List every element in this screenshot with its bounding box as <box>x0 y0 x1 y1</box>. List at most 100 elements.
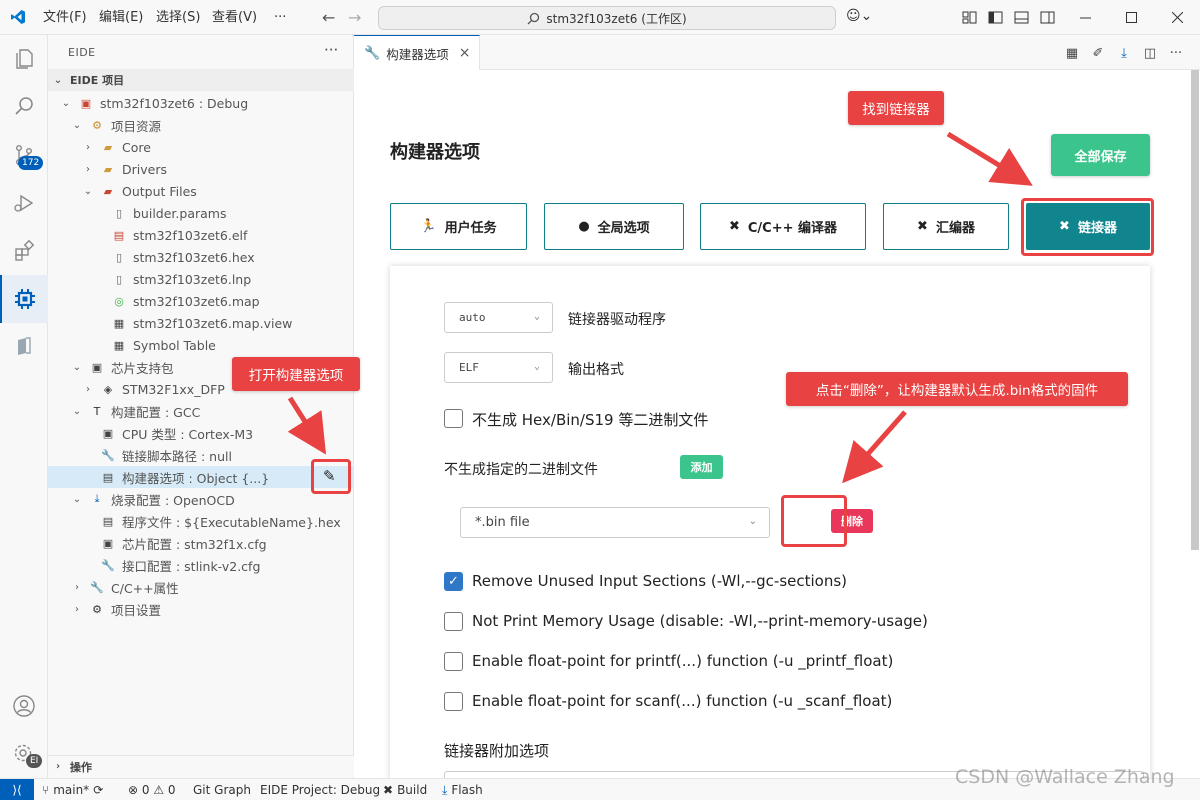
hammer-icon: T <box>93 404 101 418</box>
folder-icon: ▰ <box>103 162 113 176</box>
tree-item-lnp[interactable]: ▯ stm32f103zet6.lnp <box>48 268 354 290</box>
menu-file[interactable]: 文件(F) <box>39 0 91 35</box>
option-checkbox-scanf-float[interactable] <box>444 692 463 711</box>
tree-item-project-settings[interactable]: › ⚙ 项目设置 <box>48 598 354 620</box>
tab-user-tasks[interactable]: 🏃 用户任务 <box>390 203 527 250</box>
back-arrow-icon[interactable]: ← <box>322 8 335 27</box>
scrollbar-thumb[interactable] <box>1191 70 1199 550</box>
exclude-binary-select[interactable]: *.bin file ⌄ <box>460 507 770 538</box>
tree-item-map[interactable]: ◎ stm32f103zet6.map <box>48 290 354 312</box>
toggle-panel-icon[interactable] <box>1014 10 1029 29</box>
output-format-select[interactable]: ELF ⌄ <box>444 352 553 383</box>
section-header-eide-project[interactable]: ⌄ EIDE 项目 <box>48 69 354 91</box>
split-editor-icon[interactable]: ◫ <box>1141 44 1159 62</box>
section-header-operations[interactable]: › 操作 <box>48 755 354 777</box>
option-checkbox-printf-float[interactable] <box>444 652 463 671</box>
tree-item-project[interactable]: ⌄ ▣ stm32f103zet6 : Debug <box>48 92 354 114</box>
option-checkbox-memory-usage[interactable] <box>444 612 463 631</box>
download-icon[interactable]: ⤓ <box>1115 44 1133 62</box>
tree-item-map-view[interactable]: ▦ stm32f103zet6.map.view <box>48 312 354 334</box>
tree-item-symbol-table[interactable]: ▦ Symbol Table <box>48 334 354 356</box>
tree-item-label: Output Files <box>122 183 197 199</box>
option-checkbox-gc-sections[interactable]: ✓ <box>444 572 463 591</box>
tree-item-core[interactable]: › ▰ Core <box>48 136 354 158</box>
command-center-search[interactable]: stm32f103zet6 (工作区) <box>378 6 836 30</box>
tree-item-builder-options[interactable]: ▤ 构建器选项 : Object {...} <box>48 466 354 488</box>
git-graph-label: Git Graph <box>193 783 251 797</box>
linker-driver-select[interactable]: auto ⌄ <box>444 302 553 333</box>
tree-item-hex[interactable]: ▯ stm32f103zet6.hex <box>48 246 354 268</box>
status-git-graph[interactable]: Git Graph <box>193 779 251 800</box>
close-window-button[interactable] <box>1154 0 1200 35</box>
run-debug-activity[interactable] <box>0 179 48 227</box>
hex-file-icon: ▯ <box>115 250 123 264</box>
tab-c-cpp-compiler[interactable]: ✖ C/C++ 编译器 <box>700 203 866 250</box>
tree-item-label: 程序文件 : ${ExecutableName}.hex <box>122 514 341 530</box>
status-branch[interactable]: ⑂ main* ⟳ <box>42 779 103 800</box>
add-button[interactable]: 添加 <box>680 455 723 479</box>
status-problems[interactable]: ⊗ 0 ⚠ 0 <box>128 779 176 800</box>
scm-badge: 172 <box>18 156 44 170</box>
build-icon: ✖ <box>383 783 394 797</box>
tree-item-resources[interactable]: ⌄ ⚙ 项目资源 <box>48 114 354 136</box>
menu-edit[interactable]: 编辑(E) <box>95 0 147 35</box>
remote-indicator[interactable]: ⟩⟨ <box>0 779 34 800</box>
toggle-primary-sidebar-icon[interactable] <box>988 10 1003 29</box>
tab-global-options[interactable]: ● 全局选项 <box>544 203 684 250</box>
manage-activity[interactable]: EI <box>0 730 48 778</box>
option-label: Enable float-point for printf(...) funct… <box>472 652 894 670</box>
minimize-button[interactable] <box>1062 0 1108 35</box>
clean-icon[interactable]: ✐ <box>1089 44 1107 62</box>
tree-item-flash-config[interactable]: ⌄ ⤓ 烧录配置 : OpenOCD <box>48 488 354 510</box>
tree-item-cpp-properties[interactable]: › 🔧 C/C++属性 <box>48 576 354 598</box>
copilot-icon[interactable]: ☺⌄ <box>846 8 872 24</box>
tree-item-program-file[interactable]: ▤ 程序文件 : ${ExecutableName}.hex <box>48 510 354 532</box>
editor-scrollbar[interactable] <box>1190 70 1200 778</box>
tree-item-linker-script[interactable]: 🔧 链接脚本路径 : null <box>48 444 354 466</box>
tree-item-builder-params[interactable]: ▯ builder.params <box>48 202 354 224</box>
more-actions-icon[interactable]: ··· <box>1167 44 1185 62</box>
select-value: *.bin file <box>475 515 530 530</box>
tree-item-label: 项目设置 <box>111 602 162 618</box>
chip-icon <box>15 289 35 309</box>
accounts-activity[interactable] <box>0 682 48 730</box>
tree-item-cpu-type[interactable]: ▣ CPU 类型 : Cortex-M3 <box>48 422 354 444</box>
menu-more[interactable]: ··· <box>270 0 290 35</box>
forward-arrow-icon[interactable]: → <box>348 8 361 27</box>
eide-activity[interactable] <box>0 275 48 323</box>
maximize-button[interactable] <box>1108 0 1154 35</box>
menu-view[interactable]: 查看(V) <box>208 0 261 35</box>
pencil-icon[interactable]: ✎ <box>323 467 336 485</box>
tab-builder-options[interactable]: 🔧 构建器选项 × <box>354 35 480 70</box>
tree-item-interface-config[interactable]: 🔧 接口配置 : stlink-v2.cfg <box>48 554 354 576</box>
tree-item-elf[interactable]: ▤ stm32f103zet6.elf <box>48 224 354 246</box>
source-control-activity[interactable]: 172 <box>0 131 48 179</box>
tree-item-chip-config[interactable]: ▣ 芯片配置 : stm32f1x.cfg <box>48 532 354 554</box>
status-flash[interactable]: ⤓ Flash <box>442 779 483 800</box>
explorer-activity[interactable] <box>0 35 48 83</box>
more-actions-icon[interactable]: ··· <box>324 41 338 59</box>
toggle-secondary-sidebar-icon[interactable] <box>1040 10 1055 29</box>
activity-bar: 172 EI <box>0 35 48 778</box>
extensions-activity[interactable] <box>0 227 48 275</box>
search-activity[interactable] <box>0 83 48 131</box>
customize-layout-icon[interactable] <box>962 10 977 29</box>
status-eide-project[interactable]: EIDE Project: Debug <box>260 779 380 800</box>
status-build[interactable]: ✖ Build <box>383 779 427 800</box>
book-activity[interactable] <box>0 323 48 371</box>
chevron-right-icon: › <box>75 581 79 593</box>
save-all-button[interactable]: 全部保存 <box>1051 134 1150 176</box>
close-icon[interactable]: × <box>459 45 471 61</box>
tree-item-drivers[interactable]: › ▰ Drivers <box>48 158 354 180</box>
build-icon[interactable]: ▦ <box>1063 44 1081 62</box>
tree-item-output-files[interactable]: ⌄ ▰ Output Files <box>48 180 354 202</box>
chevron-down-icon: ⌄ <box>72 493 82 505</box>
tree-item-label: Drivers <box>122 161 167 177</box>
run-icon: 🏃 <box>420 219 437 234</box>
menu-selection[interactable]: 选择(S) <box>152 0 204 35</box>
tree-item-label: 芯片配置 : stm32f1x.cfg <box>122 536 267 552</box>
problems-label: ⊗ 0 ⚠ 0 <box>128 783 176 797</box>
tab-assembler[interactable]: ✖ 汇编器 <box>883 203 1009 250</box>
tree-item-build-config[interactable]: ⌄ T 构建配置 : GCC <box>48 400 354 422</box>
no-binary-checkbox[interactable] <box>444 409 463 428</box>
